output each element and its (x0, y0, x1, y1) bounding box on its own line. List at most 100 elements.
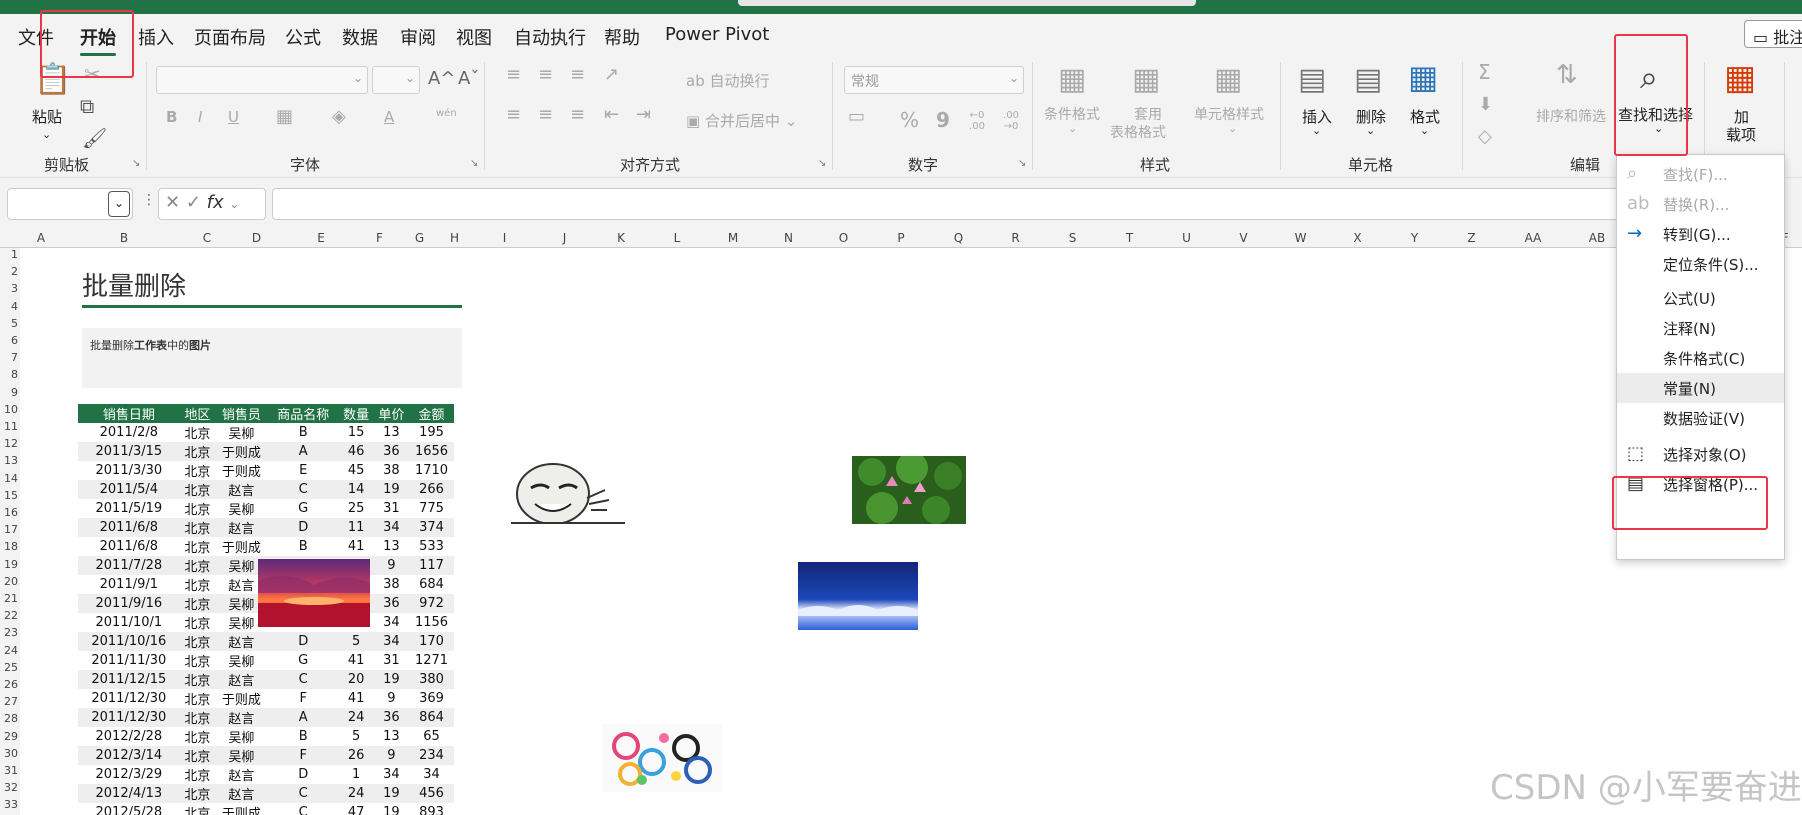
table-cell[interactable]: 于则成 (215, 803, 268, 815)
menu-item[interactable]: ⬚ 选择对象(O) (1617, 439, 1784, 469)
format-as-table-icon[interactable]: ▦ (1132, 62, 1160, 97)
table-cell[interactable]: 38 (374, 575, 409, 594)
table-cell[interactable]: 36 (373, 442, 410, 461)
table-cell[interactable]: 38 (374, 461, 409, 480)
cell-styles-icon[interactable]: ▦ (1214, 62, 1242, 97)
align-top-icon[interactable]: ≡ (506, 64, 521, 85)
column-header[interactable]: H (437, 231, 472, 245)
table-cell[interactable]: 北京 (179, 594, 215, 613)
menu-item[interactable]: ▤ 选择窗格(P)... (1617, 469, 1784, 499)
menu-item[interactable]: 数据验证(V) (1617, 403, 1784, 433)
table-cell[interactable]: 5 (338, 727, 373, 746)
align-middle-icon[interactable]: ≡ (538, 64, 553, 85)
lotus-picture[interactable] (852, 456, 966, 524)
insert-cells-icon[interactable]: ▤ (1298, 62, 1326, 97)
table-cell[interactable]: 41 (338, 537, 373, 556)
decrease-indent-icon[interactable]: ⇤ (604, 104, 619, 125)
table-cell[interactable]: 34 (374, 765, 409, 784)
increase-indent-icon[interactable]: ⇥ (636, 104, 651, 125)
table-cell[interactable]: 45 (338, 461, 373, 480)
table-cell[interactable]: 2011/12/30 (78, 689, 180, 708)
comments-button[interactable]: ▭ 批注 (1744, 20, 1802, 48)
table-cell[interactable]: 9 (374, 689, 409, 708)
table-cell[interactable]: 972 (409, 594, 454, 613)
row-header[interactable]: 33 (0, 798, 18, 811)
chevron-down-icon[interactable]: ⌄ (1068, 122, 1077, 135)
row-header[interactable]: 31 (0, 764, 18, 777)
comma-button[interactable]: 9 (936, 108, 950, 132)
column-header[interactable]: A (20, 231, 62, 245)
sort-filter-button[interactable]: 排序和筛选 (1536, 106, 1606, 126)
column-header[interactable]: R (987, 231, 1044, 245)
column-header[interactable]: J (537, 231, 592, 245)
formula-bar-handle-icon[interactable]: ⋮ (142, 192, 156, 208)
clipboard-launcher-icon[interactable]: ↘ (132, 158, 140, 169)
tab-automate[interactable]: 自动执行 (514, 24, 586, 50)
italic-button[interactable]: I (198, 108, 202, 126)
table-cell[interactable]: 北京 (179, 632, 215, 651)
column-header[interactable]: M (704, 231, 762, 245)
cancel-icon[interactable]: ✕ (165, 192, 180, 213)
row-header[interactable]: 26 (0, 678, 18, 691)
column-header[interactable]: Q (930, 231, 987, 245)
table-cell[interactable]: 2011/3/15 (78, 442, 180, 461)
column-header[interactable]: P (872, 231, 930, 245)
chevron-down-icon[interactable]: ⌄ (1420, 124, 1429, 137)
underline-button[interactable]: U (228, 108, 239, 126)
table-cell[interactable]: F (267, 746, 339, 765)
column-header[interactable]: N (762, 231, 815, 245)
table-cell[interactable]: 41 (338, 651, 373, 670)
table-cell[interactable]: 13 (374, 727, 409, 746)
wrap-text-button[interactable]: ab 自动换行 (686, 70, 770, 91)
table-cell[interactable]: 2011/12/30 (78, 708, 180, 727)
table-cell[interactable]: 北京 (179, 556, 215, 575)
meme-face-picture[interactable] (511, 458, 625, 524)
table-cell[interactable]: 于则成 (215, 537, 268, 556)
table-cell[interactable]: 775 (409, 499, 454, 518)
tab-review[interactable]: 审阅 (400, 24, 436, 50)
column-header[interactable]: Y (1386, 231, 1443, 245)
row-header[interactable]: 22 (0, 609, 18, 622)
percent-button[interactable]: % (900, 108, 919, 132)
row-header[interactable]: 10 (0, 403, 18, 416)
table-cell[interactable]: 9 (373, 556, 410, 575)
table-cell[interactable]: 117 (409, 556, 454, 575)
table-cell[interactable]: 2011/10/16 (78, 632, 180, 651)
format-painter-icon[interactable]: 🖌 (82, 126, 107, 150)
row-header[interactable]: 6 (0, 334, 18, 347)
table-cell[interactable]: 赵言 (214, 480, 268, 499)
formula-input[interactable] (272, 188, 1672, 220)
font-launcher-icon[interactable]: ↘ (470, 158, 478, 169)
table-header-cell[interactable]: 单价 (373, 404, 410, 423)
table-cell[interactable]: 2011/5/19 (78, 499, 180, 518)
row-header[interactable]: 1 (0, 248, 18, 261)
orientation-icon[interactable]: ↗ (604, 64, 619, 85)
table-cell[interactable]: 9 (373, 746, 410, 765)
tab-power-pivot[interactable]: Power Pivot (665, 24, 769, 45)
table-cell[interactable]: 2011/6/8 (78, 518, 180, 537)
row-header[interactable]: 8 (0, 368, 18, 381)
format-as-table-button[interactable]: 表格格式 (1110, 122, 1166, 142)
table-cell[interactable]: 34 (373, 632, 410, 651)
table-cell[interactable]: 5 (338, 632, 374, 651)
bold-button[interactable]: B (166, 108, 177, 126)
table-cell[interactable]: 34 (409, 765, 454, 784)
search-icon[interactable]: ⌕ (1640, 58, 1658, 97)
table-cell[interactable]: 北京 (180, 423, 215, 442)
table-cell[interactable]: D (267, 632, 339, 651)
font-size-combo[interactable]: ⌄ (372, 66, 420, 94)
tab-page-layout[interactable]: 页面布局 (194, 24, 266, 50)
row-header[interactable]: 2 (0, 265, 18, 278)
table-cell[interactable]: 于则成 (214, 442, 268, 461)
delete-cells-icon[interactable]: ▤ (1354, 62, 1382, 97)
table-cell[interactable]: B (268, 537, 339, 556)
cut-icon[interactable]: ✂ (84, 62, 101, 86)
currency-icon[interactable]: ▭ (848, 106, 865, 127)
paste-dropdown-icon[interactable]: ⌄ (42, 128, 51, 141)
table-cell[interactable]: 65 (409, 727, 454, 746)
row-header[interactable]: 4 (0, 300, 18, 313)
table-cell[interactable]: C (267, 784, 339, 803)
table-cell[interactable]: 266 (409, 480, 454, 499)
chevron-down-icon[interactable]: ⌄ (229, 197, 239, 211)
decrease-decimal-button[interactable]: .00 →0 (996, 110, 1026, 132)
